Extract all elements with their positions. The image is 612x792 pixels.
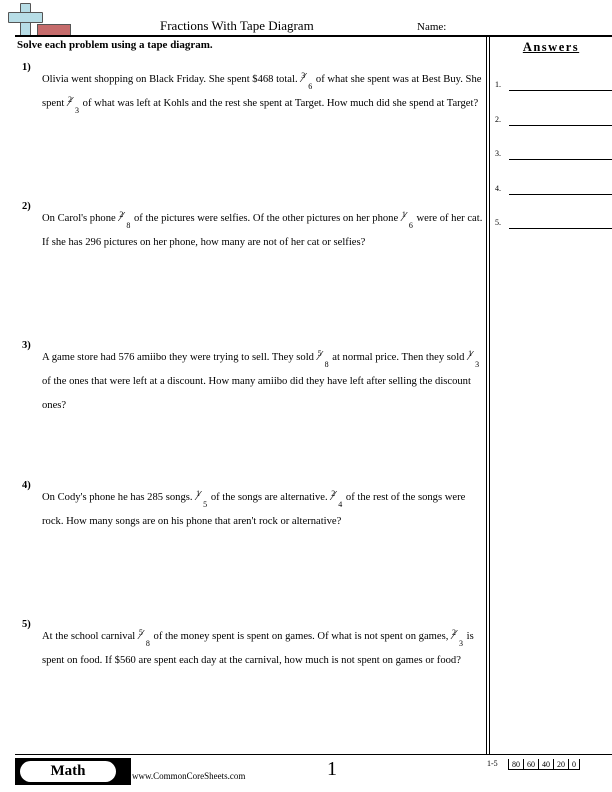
answer-number: 2. — [495, 115, 501, 124]
fraction: 5 ⁄ 8 — [138, 627, 151, 648]
fraction-denominator: 3 — [475, 360, 480, 369]
fraction: 2 ⁄ 8 — [118, 209, 131, 230]
problem-number: 5) — [22, 619, 31, 630]
fraction-denominator: 8 — [126, 221, 131, 230]
score-cell: 60 — [523, 759, 539, 770]
fraction-denominator: 6 — [308, 82, 313, 91]
fraction: 3 ⁄ 6 — [300, 70, 313, 91]
header-divider — [15, 35, 612, 37]
answer-row: 2. — [495, 115, 612, 129]
fraction-slash: ⁄ — [139, 628, 143, 643]
answer-blank[interactable] — [509, 228, 612, 229]
instructions: Solve each problem using a tape diagram. — [17, 39, 213, 51]
page-number: 1 — [327, 758, 337, 780]
answers-heading: Answers — [522, 40, 580, 54]
fraction: 1 ⁄ 3 — [467, 348, 480, 369]
answer-row: 4. — [495, 184, 612, 198]
site-link[interactable]: www.CommonCoreSheets.com — [132, 771, 245, 781]
score-cell: 40 — [538, 759, 554, 770]
fraction-denominator: 8 — [145, 639, 150, 648]
column-divider-right — [489, 37, 490, 754]
plus-center — [21, 13, 30, 21]
fraction: 5 ⁄ 8 — [317, 348, 330, 369]
fraction-slash: ⁄ — [402, 210, 406, 225]
problem-number: 2) — [22, 201, 31, 212]
fraction-denominator: 6 — [408, 221, 413, 230]
score-row: 80 60 40 20 0 — [508, 759, 580, 770]
problem-text: A game store had 576 amiibo they were tr… — [42, 346, 487, 418]
score-cell: 0 — [568, 759, 580, 770]
fraction-slash: ⁄ — [332, 489, 335, 504]
fraction: 2 ⁄ 3 — [451, 627, 464, 648]
score-cell: 80 — [508, 759, 524, 770]
score-cell: 20 — [553, 759, 569, 770]
subject-badge: Math — [15, 758, 131, 785]
answer-blank[interactable] — [509, 159, 612, 160]
problem-number: 4) — [22, 480, 31, 491]
fraction-slash: ⁄ — [469, 349, 472, 364]
problem-text: Olivia went shopping on Black Friday. Sh… — [42, 68, 487, 116]
answer-number: 3. — [495, 149, 501, 158]
score-table: 80 60 40 20 0 — [508, 759, 580, 770]
fraction-slash: ⁄ — [302, 71, 305, 86]
fraction-denominator: 4 — [338, 500, 343, 509]
answer-number: 4. — [495, 184, 501, 193]
answer-row: 5. — [495, 218, 612, 232]
fraction-slash: ⁄ — [197, 489, 200, 504]
subject-label: Math — [20, 761, 116, 782]
name-label: Name: — [417, 21, 447, 33]
problem-text: At the school carnival 5 ⁄ 8 of the money … — [42, 625, 487, 673]
problem-number: 1) — [22, 62, 31, 73]
fraction: 2 ⁄ 4 — [330, 488, 343, 509]
answer-blank[interactable] — [509, 194, 612, 195]
fraction: 1 ⁄ 5 — [195, 488, 208, 509]
fraction: 1 ⁄ 6 — [401, 209, 414, 230]
answer-blank[interactable] — [509, 125, 612, 126]
fraction-denominator: 5 — [203, 500, 208, 509]
fraction: 2 ⁄ 3 — [67, 94, 80, 115]
fraction-slash: ⁄ — [69, 95, 72, 110]
fraction-slash: ⁄ — [453, 628, 456, 643]
answer-blank[interactable] — [509, 90, 612, 91]
problem-text: On Cody's phone he has 285 songs. 1 ⁄ 5 of… — [42, 486, 487, 534]
answer-row: 1. — [495, 80, 612, 94]
fraction-denominator: 3 — [75, 106, 80, 115]
answer-row: 3. — [495, 149, 612, 163]
answer-number: 1. — [495, 80, 501, 89]
fraction-denominator: 3 — [459, 639, 464, 648]
footer-divider — [15, 754, 612, 755]
problem-number: 3) — [22, 340, 31, 351]
plus-tape-logo-icon — [6, 2, 71, 36]
answer-number: 5. — [495, 218, 501, 227]
score-range: 1-5 — [487, 759, 498, 768]
fraction-slash: ⁄ — [120, 210, 123, 225]
worksheet-title: Fractions With Tape Diagram — [160, 18, 314, 33]
problem-text: On Carol's phone 2 ⁄ 8 of the pictures wer… — [42, 207, 487, 255]
fraction-slash: ⁄ — [318, 349, 321, 364]
fraction-denominator: 8 — [324, 360, 329, 369]
